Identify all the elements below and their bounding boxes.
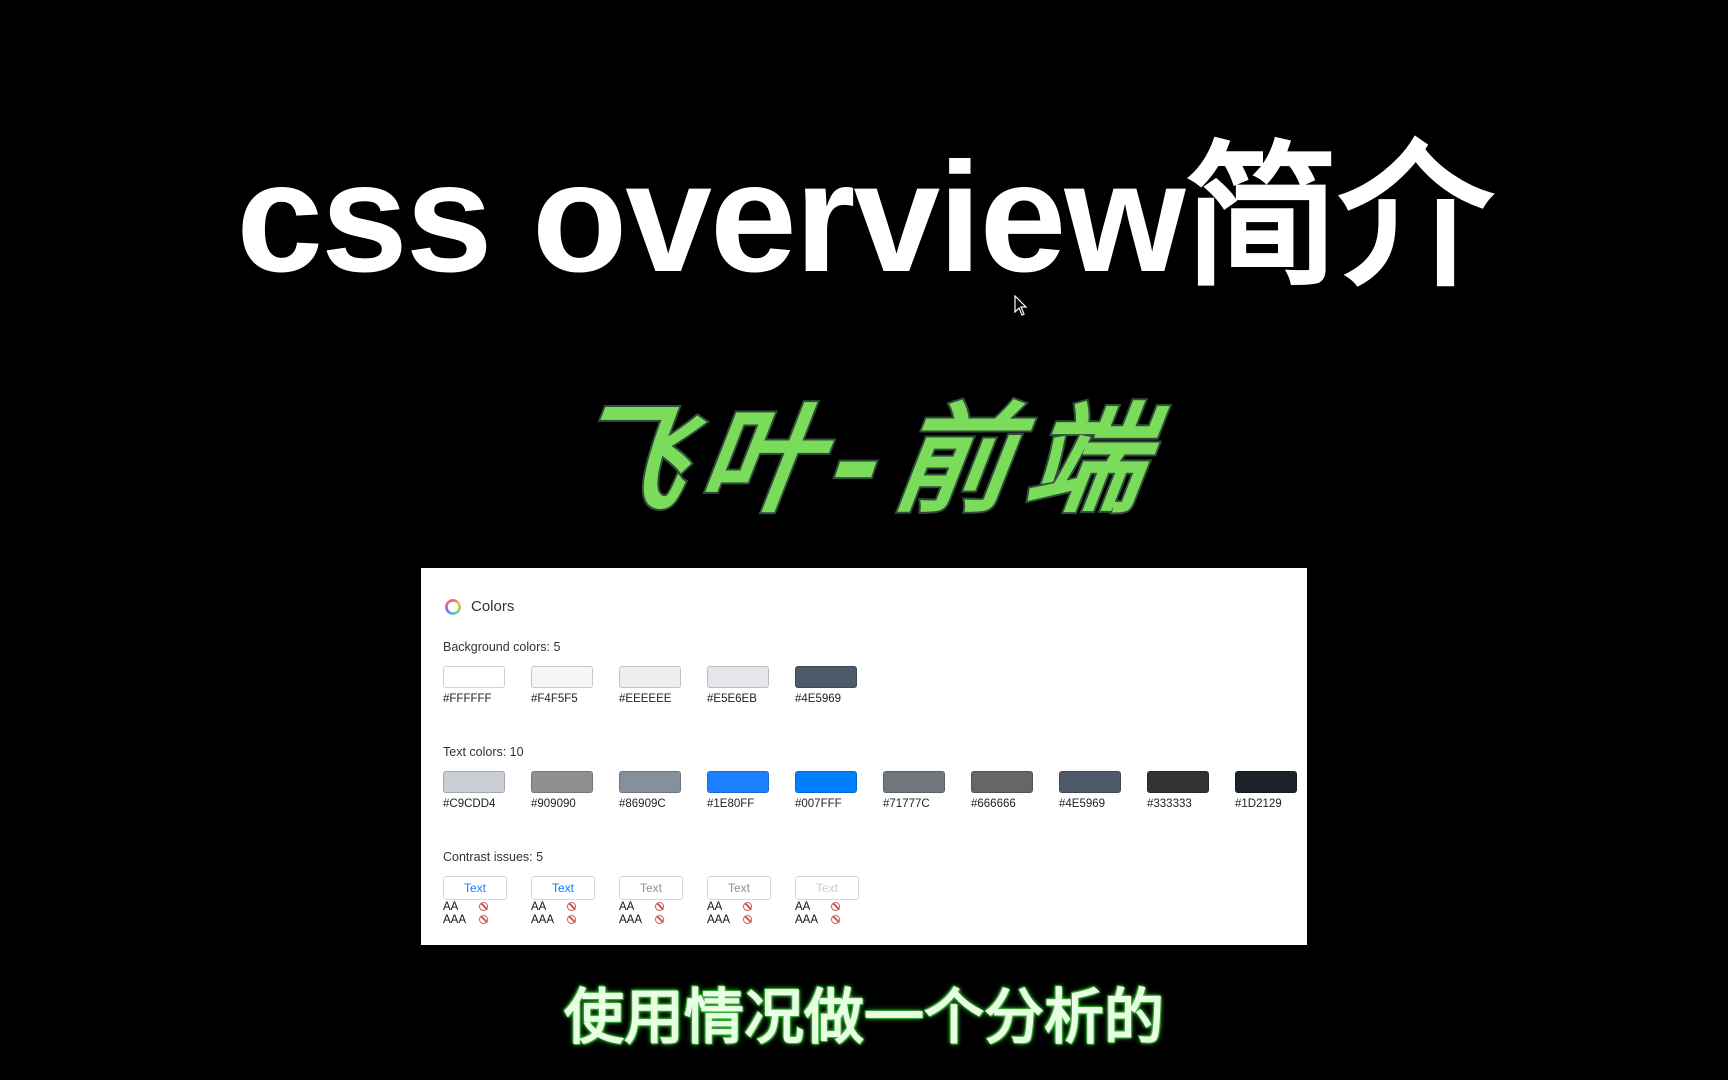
- text-color-swatch-item[interactable]: #1E80FF: [707, 771, 795, 810]
- color-swatch[interactable]: [795, 771, 857, 793]
- panel-header: Colors: [445, 598, 514, 615]
- color-hex-label: #909090: [531, 798, 576, 810]
- text-color-swatch-item[interactable]: #007FFF: [795, 771, 883, 810]
- text-colors-label: Text colors: 10: [443, 745, 524, 759]
- aa-rating-label: AA: [707, 900, 723, 913]
- aaa-rating-label: AAA: [619, 913, 643, 926]
- color-hex-label: #EEEEEE: [619, 693, 672, 705]
- text-color-swatch-item[interactable]: #909090: [531, 771, 619, 810]
- css-overview-colors-panel: Colors Background colors: 5 #FFFFFF #F4F5…: [421, 568, 1307, 945]
- aaa-rating: AAA: [531, 913, 619, 926]
- fail-ban-icon: [655, 915, 664, 924]
- aaa-rating-label: AAA: [707, 913, 731, 926]
- background-colors-list: #FFFFFF #F4F5F5 #EEEEEE #E5E6EB #4E5969: [443, 666, 883, 705]
- contrast-sample-text[interactable]: Text: [443, 876, 507, 900]
- color-hex-label: #4E5969: [795, 693, 842, 705]
- color-hex-label: #FFFFFF: [443, 693, 492, 705]
- text-color-swatch-item[interactable]: #71777C: [883, 771, 971, 810]
- color-swatch[interactable]: [1235, 771, 1297, 793]
- fail-ban-icon: [567, 915, 576, 924]
- text-colors-list: #C9CDD4 #909090 #86909C #1E80FF #007FFF #7177…: [443, 771, 1323, 810]
- aa-rating: AA: [619, 900, 707, 913]
- text-color-swatch-item[interactable]: #666666: [971, 771, 1059, 810]
- color-hex-label: #1E80FF: [707, 798, 755, 810]
- color-swatch[interactable]: [707, 771, 769, 793]
- color-swatch[interactable]: [531, 666, 593, 688]
- background-color-swatch-item[interactable]: #EEEEEE: [619, 666, 707, 705]
- contrast-sample-text[interactable]: Text: [619, 876, 683, 900]
- color-hex-label: #E5E6EB: [707, 693, 757, 705]
- contrast-issue-item[interactable]: Text AA AAA: [707, 876, 795, 926]
- contrast-sample-text[interactable]: Text: [795, 876, 859, 900]
- contrast-sample-text[interactable]: Text: [531, 876, 595, 900]
- aa-rating-label: AA: [795, 900, 811, 913]
- background-color-swatch-item[interactable]: #E5E6EB: [707, 666, 795, 705]
- aaa-rating-label: AAA: [531, 913, 555, 926]
- contrast-issue-item[interactable]: Text AA AAA: [443, 876, 531, 926]
- panel-title: Colors: [471, 598, 515, 615]
- color-hex-label: #007FFF: [795, 798, 842, 810]
- fail-ban-icon: [743, 902, 752, 911]
- color-hex-label: #333333: [1147, 798, 1192, 810]
- text-color-swatch-item[interactable]: #4E5969: [1059, 771, 1147, 810]
- channel-brand-watermark: 飞叶-前端: [557, 388, 1172, 531]
- text-color-swatch-item[interactable]: #86909C: [619, 771, 707, 810]
- aa-rating-label: AA: [619, 900, 635, 913]
- text-color-swatch-item[interactable]: #1D2129: [1235, 771, 1323, 810]
- aaa-rating-label: AAA: [443, 913, 467, 926]
- contrast-issues-list: Text AA AAA Text AA AAA Text AA AAA Text AA AAA Text…: [443, 876, 883, 926]
- fail-ban-icon: [567, 902, 576, 911]
- color-hex-label: #F4F5F5: [531, 693, 578, 705]
- contrast-issue-item[interactable]: Text AA AAA: [531, 876, 619, 926]
- aaa-rating: AAA: [795, 913, 883, 926]
- mouse-cursor-icon: [1014, 295, 1028, 316]
- aa-rating: AA: [443, 900, 531, 913]
- color-hex-label: #1D2129: [1235, 798, 1282, 810]
- color-hex-label: #666666: [971, 798, 1016, 810]
- color-swatch[interactable]: [1059, 771, 1121, 793]
- fail-ban-icon: [479, 915, 488, 924]
- color-swatch[interactable]: [443, 666, 505, 688]
- aa-rating: AA: [795, 900, 883, 913]
- fail-ban-icon: [479, 902, 488, 911]
- fail-ban-icon: [743, 915, 752, 924]
- fail-ban-icon: [831, 902, 840, 911]
- aaa-rating-label: AAA: [795, 913, 819, 926]
- color-swatch[interactable]: [1147, 771, 1209, 793]
- contrast-issue-item[interactable]: Text AA AAA: [619, 876, 707, 926]
- video-title: css overview简介: [236, 131, 1493, 305]
- aaa-rating: AAA: [707, 913, 795, 926]
- color-swatch[interactable]: [971, 771, 1033, 793]
- color-hex-label: #4E5969: [1059, 798, 1106, 810]
- color-swatch[interactable]: [707, 666, 769, 688]
- color-swatch[interactable]: [883, 771, 945, 793]
- text-color-swatch-item[interactable]: #333333: [1147, 771, 1235, 810]
- aaa-rating: AAA: [619, 913, 707, 926]
- color-swatch[interactable]: [619, 666, 681, 688]
- aaa-rating: AAA: [443, 913, 531, 926]
- aa-rating: AA: [531, 900, 619, 913]
- fail-ban-icon: [655, 902, 664, 911]
- color-hex-label: #71777C: [883, 798, 930, 810]
- color-hex-label: #C9CDD4: [443, 798, 496, 810]
- contrast-issue-item[interactable]: Text AA AAA: [795, 876, 883, 926]
- background-color-swatch-item[interactable]: #F4F5F5: [531, 666, 619, 705]
- color-swatch[interactable]: [443, 771, 505, 793]
- color-swatch[interactable]: [531, 771, 593, 793]
- aa-rating: AA: [707, 900, 795, 913]
- contrast-issues-label: Contrast issues: 5: [443, 850, 544, 864]
- contrast-sample-text[interactable]: Text: [707, 876, 771, 900]
- background-color-swatch-item[interactable]: #4E5969: [795, 666, 883, 705]
- color-swatch[interactable]: [619, 771, 681, 793]
- aa-rating-label: AA: [531, 900, 547, 913]
- aa-rating-label: AA: [443, 900, 459, 913]
- video-subtitle: 使用情况做一个分析的: [564, 983, 1164, 1053]
- color-hex-label: #86909C: [619, 798, 666, 810]
- color-swatch[interactable]: [795, 666, 857, 688]
- text-color-swatch-item[interactable]: #C9CDD4: [443, 771, 531, 810]
- fail-ban-icon: [831, 915, 840, 924]
- color-ring-icon: [445, 598, 461, 615]
- background-color-swatch-item[interactable]: #FFFFFF: [443, 666, 531, 705]
- background-colors-label: Background colors: 5: [443, 640, 561, 654]
